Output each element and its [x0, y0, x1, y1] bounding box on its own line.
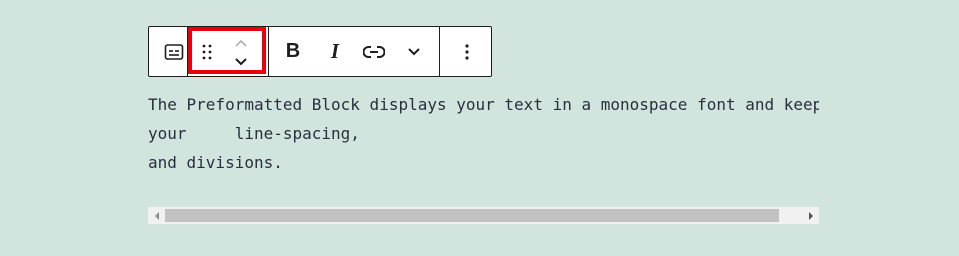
link-icon	[363, 45, 385, 58]
drag-dots-icon	[202, 44, 212, 59]
move-down-button[interactable]	[231, 51, 251, 73]
block-type-button[interactable]	[162, 27, 186, 76]
more-rich-text-button[interactable]	[403, 27, 425, 76]
chevron-up-icon	[235, 39, 247, 47]
scroll-thumb[interactable]	[165, 209, 779, 222]
options-button[interactable]	[456, 27, 478, 76]
bold-icon: B	[285, 40, 301, 62]
toolbar-divider	[187, 27, 188, 76]
bold-button[interactable]: B	[282, 27, 304, 76]
scroll-left-icon	[154, 211, 159, 220]
drag-handle-button[interactable]	[197, 27, 217, 76]
preformatted-block[interactable]: The Preformatted Block displays your tex…	[148, 90, 819, 180]
chevron-down-icon	[235, 58, 247, 66]
preformatted-line: and divisions.	[148, 153, 283, 172]
italic-icon: I	[330, 39, 340, 63]
block-toolbar: B I	[148, 26, 492, 77]
vertical-ellipsis-icon	[465, 43, 469, 60]
italic-button[interactable]: I	[324, 27, 346, 76]
chevron-down-icon	[408, 47, 420, 55]
preformatted-line: The Preformatted Block displays your tex…	[148, 95, 819, 114]
preformatted-icon	[164, 43, 184, 60]
scroll-right-button[interactable]	[802, 207, 819, 224]
scroll-left-button[interactable]	[148, 207, 165, 224]
preformatted-line: your line-spacing,	[148, 124, 360, 143]
horizontal-scrollbar[interactable]	[148, 207, 819, 224]
link-button[interactable]	[361, 27, 387, 76]
toolbar-divider	[439, 27, 440, 76]
scroll-right-icon	[808, 211, 813, 220]
toolbar-divider	[268, 27, 269, 76]
